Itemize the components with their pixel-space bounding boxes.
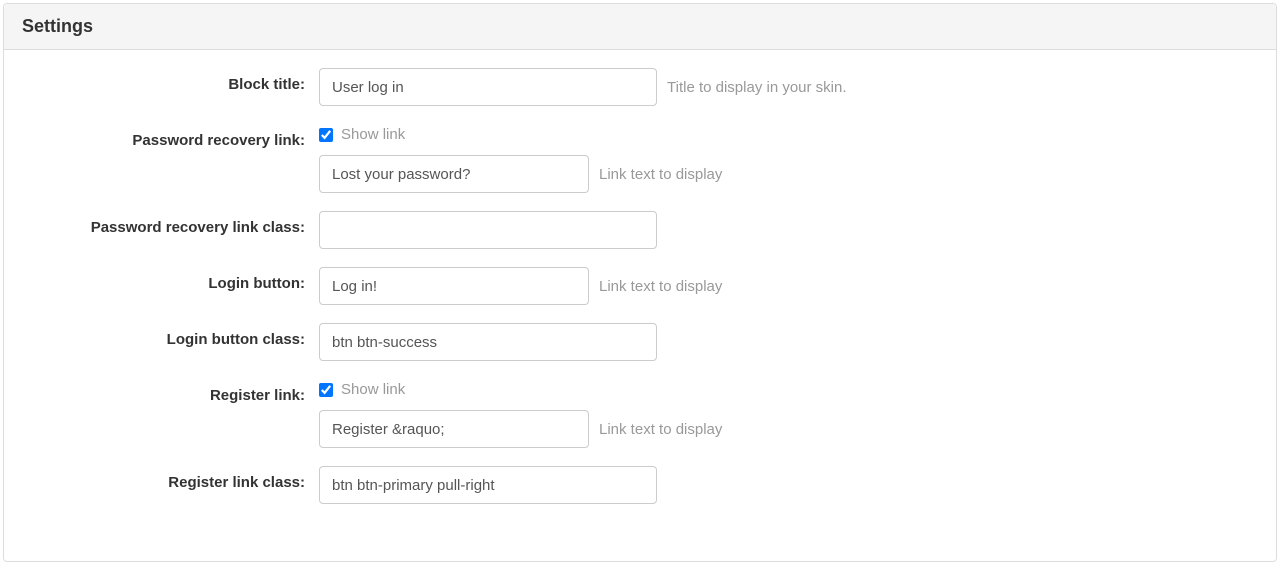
help-login-button: Link text to display: [599, 278, 722, 295]
row-login-button: Login button: Link text to display: [4, 267, 1258, 305]
settings-panel: Settings Block title: Title to display i…: [3, 3, 1277, 562]
input-password-recovery-class[interactable]: [319, 211, 657, 249]
row-block-title: Block title: Title to display in your sk…: [4, 68, 1258, 106]
label-block-title: Block title:: [4, 68, 319, 93]
input-login-button-class[interactable]: [319, 323, 657, 361]
input-block-title[interactable]: [319, 68, 657, 106]
label-login-button: Login button:: [4, 267, 319, 292]
input-register-link-text[interactable]: [319, 410, 589, 448]
help-password-recovery-text: Link text to display: [599, 166, 722, 183]
help-block-title: Title to display in your skin.: [667, 79, 847, 96]
panel-title: Settings: [22, 16, 1258, 37]
label-login-button-class: Login button class:: [4, 323, 319, 348]
checkbox-register-show[interactable]: [319, 383, 333, 397]
checkbox-label-register: Show link: [341, 381, 405, 398]
row-register-link: Register link: Show link Link text to di…: [4, 379, 1258, 448]
label-register-link: Register link:: [4, 379, 319, 404]
panel-heading: Settings: [4, 4, 1276, 50]
input-register-link-class[interactable]: [319, 466, 657, 504]
row-password-recovery: Password recovery link: Show link Link t…: [4, 124, 1258, 193]
help-register-link-text: Link text to display: [599, 421, 722, 438]
input-password-recovery-text[interactable]: [319, 155, 589, 193]
row-login-button-class: Login button class:: [4, 323, 1258, 361]
row-password-recovery-class: Password recovery link class:: [4, 211, 1258, 249]
checkbox-password-recovery-show[interactable]: [319, 128, 333, 142]
label-register-link-class: Register link class:: [4, 466, 319, 491]
checkbox-label-password-recovery: Show link: [341, 126, 405, 143]
label-password-recovery-class: Password recovery link class:: [4, 211, 319, 236]
panel-body: Block title: Title to display in your sk…: [4, 50, 1276, 540]
label-password-recovery: Password recovery link:: [4, 124, 319, 149]
input-login-button-text[interactable]: [319, 267, 589, 305]
row-register-link-class: Register link class:: [4, 466, 1258, 504]
